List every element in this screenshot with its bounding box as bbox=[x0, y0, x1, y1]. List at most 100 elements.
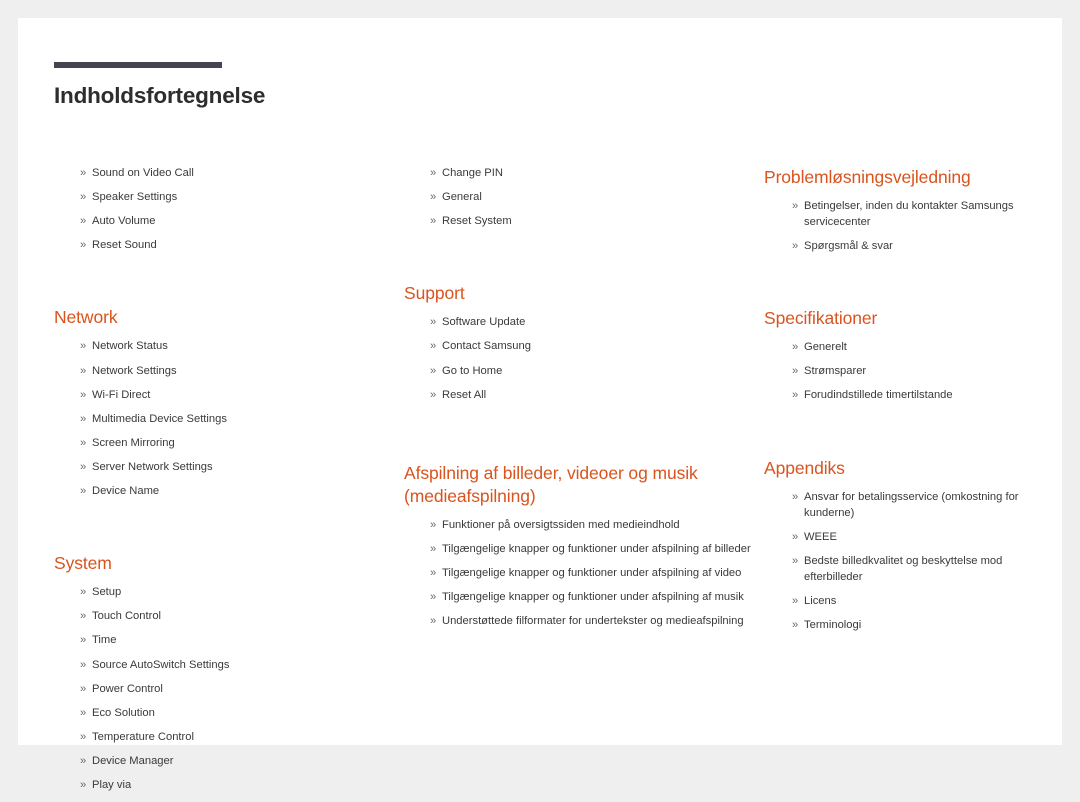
toc-entry[interactable]: » Understøttede filformater for undertek… bbox=[430, 614, 764, 630]
toc-list-continued-system: » Change PIN » General » Reset System bbox=[404, 166, 764, 230]
toc-entry-label: Wi-Fi Direct bbox=[92, 388, 151, 401]
bullet-icon: » bbox=[80, 364, 87, 377]
toc-entry-label: Setup bbox=[92, 586, 122, 599]
toc-entry-label: Reset Sound bbox=[92, 239, 157, 252]
bullet-icon: » bbox=[80, 610, 87, 623]
bullet-icon: » bbox=[792, 365, 799, 378]
toc-entry-label: Reset System bbox=[442, 215, 512, 228]
toc-entry[interactable]: » Funktioner på oversigtssiden med medie… bbox=[430, 518, 764, 534]
bullet-icon: » bbox=[792, 240, 799, 253]
toc-entry[interactable]: » Go to Home bbox=[430, 364, 764, 380]
section-system: System » Setup » Touch Control » Time » … bbox=[54, 552, 404, 794]
toc-entry[interactable]: » General bbox=[430, 190, 764, 206]
toc-entry[interactable]: » Device Name bbox=[80, 484, 404, 500]
section-heading-appendix[interactable]: Appendiks bbox=[764, 457, 1044, 480]
toc-entry[interactable]: » Speaker Settings bbox=[80, 190, 404, 206]
section-continued-system: » Change PIN » General » Reset System bbox=[404, 166, 764, 230]
toc-entry[interactable]: » Network Status bbox=[80, 339, 404, 355]
toc-entry[interactable]: » Contact Samsung bbox=[430, 339, 764, 355]
bullet-icon: » bbox=[430, 340, 437, 353]
toc-entry[interactable]: » Sound on Video Call bbox=[80, 166, 404, 182]
toc-entry[interactable]: » Touch Control bbox=[80, 609, 404, 625]
toc-entry[interactable]: » Ansvar for betalingsservice (omkostnin… bbox=[792, 490, 1044, 522]
toc-entry[interactable]: » Multimedia Device Settings bbox=[80, 412, 404, 428]
toc-entry[interactable]: » Server Network Settings bbox=[80, 460, 404, 476]
bullet-icon: » bbox=[80, 658, 87, 671]
toc-entry[interactable]: » Network Settings bbox=[80, 364, 404, 380]
toc-entry-label: Source AutoSwitch Settings bbox=[92, 658, 230, 671]
bullet-icon: » bbox=[80, 239, 87, 252]
toc-entry[interactable]: » Spørgsmål & svar bbox=[792, 239, 1044, 255]
toc-entry[interactable]: » Terminologi bbox=[792, 618, 1044, 634]
toc-entry[interactable]: » Betingelser, inden du kontakter Samsun… bbox=[792, 199, 1044, 231]
bullet-icon: » bbox=[80, 754, 87, 767]
bullet-icon: » bbox=[430, 316, 437, 329]
toc-entry[interactable]: » Tilgængelige knapper og funktioner und… bbox=[430, 566, 764, 582]
toc-entry-label: Time bbox=[92, 634, 117, 647]
toc-entry[interactable]: » Auto Volume bbox=[80, 214, 404, 230]
page-content: Indholdsfortegnelse » Sound on Video Cal… bbox=[54, 62, 1044, 791]
toc-entry[interactable]: » Reset All bbox=[430, 388, 764, 404]
toc-entry[interactable]: » WEEE bbox=[792, 530, 1044, 546]
section-heading-support[interactable]: Support bbox=[404, 282, 764, 305]
toc-entry[interactable]: » Setup bbox=[80, 585, 404, 601]
bullet-icon: » bbox=[430, 191, 437, 204]
toc-entry[interactable]: » Tilgængelige knapper og funktioner und… bbox=[430, 542, 764, 558]
toc-entry[interactable]: » Tilgængelige knapper og funktioner und… bbox=[430, 590, 764, 606]
toc-entry-label: Terminologi bbox=[804, 618, 862, 631]
toc-entry[interactable]: » Licens bbox=[792, 594, 1044, 610]
toc-entry[interactable]: » Forudindstillede timertilstande bbox=[792, 388, 1044, 404]
toc-entry-label: Speaker Settings bbox=[92, 191, 178, 204]
bullet-icon: » bbox=[430, 364, 437, 377]
section-heading-media-playback[interactable]: Afspilning af billeder, videoer og musik… bbox=[404, 462, 764, 508]
bullet-icon: » bbox=[80, 682, 87, 695]
bullet-icon: » bbox=[430, 167, 437, 179]
toc-entry-label: Bedste billedkvalitet og beskyttelse mod… bbox=[804, 554, 1003, 583]
section-specifications: Specifikationer » Generelt » Strømsparer… bbox=[764, 307, 1044, 404]
toc-entry-label: Power Control bbox=[92, 682, 163, 695]
section-heading-system[interactable]: System bbox=[54, 552, 404, 575]
toc-column-2: » Change PIN » General » Reset System Su… bbox=[404, 166, 764, 638]
toc-entry[interactable]: » Power Control bbox=[80, 682, 404, 698]
bullet-icon: » bbox=[80, 485, 87, 498]
bullet-icon: » bbox=[430, 615, 437, 628]
toc-entry[interactable]: » Change PIN bbox=[430, 166, 764, 182]
toc-entry[interactable]: » Eco Solution bbox=[80, 706, 404, 722]
toc-entry[interactable]: » Software Update bbox=[430, 315, 764, 331]
toc-entry[interactable]: » Device Manager bbox=[80, 754, 404, 770]
section-heading-specifications[interactable]: Specifikationer bbox=[764, 307, 1044, 330]
toc-list-specifications: » Generelt » Strømsparer » Forudindstill… bbox=[764, 340, 1044, 404]
toc-entry[interactable]: » Bedste billedkvalitet og beskyttelse m… bbox=[792, 554, 1044, 586]
section-media-playback: Afspilning af billeder, videoer og musik… bbox=[404, 462, 764, 630]
bullet-icon: » bbox=[430, 215, 437, 228]
bullet-icon: » bbox=[792, 389, 799, 402]
toc-entry[interactable]: » Wi-Fi Direct bbox=[80, 388, 404, 404]
toc-entry[interactable]: » Reset Sound bbox=[80, 238, 404, 254]
bullet-icon: » bbox=[80, 778, 87, 791]
title-rule bbox=[54, 62, 222, 68]
toc-entry[interactable]: » Temperature Control bbox=[80, 730, 404, 746]
toc-entry-label: Forudindstillede timertilstande bbox=[804, 389, 953, 402]
section-heading-troubleshooting[interactable]: Problemløsningsvejledning bbox=[764, 166, 1044, 189]
bullet-icon: » bbox=[80, 388, 87, 401]
toc-entry-label: Reset All bbox=[442, 388, 487, 401]
bullet-icon: » bbox=[792, 554, 799, 567]
toc-entry-label: Touch Control bbox=[92, 610, 162, 623]
bullet-icon: » bbox=[80, 436, 87, 449]
toc-entry[interactable]: » Strømsparer bbox=[792, 364, 1044, 380]
toc-entry[interactable]: » Play via bbox=[80, 778, 404, 794]
toc-entry[interactable]: » Reset System bbox=[430, 214, 764, 230]
bullet-icon: » bbox=[80, 215, 87, 228]
bullet-icon: » bbox=[792, 200, 799, 213]
bullet-icon: » bbox=[80, 412, 87, 425]
toc-entry-label: Server Network Settings bbox=[92, 460, 213, 473]
toc-entry[interactable]: » Screen Mirroring bbox=[80, 436, 404, 452]
toc-entry[interactable]: » Generelt bbox=[792, 340, 1044, 356]
toc-entry[interactable]: » Source AutoSwitch Settings bbox=[80, 658, 404, 674]
toc-entry[interactable]: » Time bbox=[80, 633, 404, 649]
bullet-icon: » bbox=[80, 706, 87, 719]
section-heading-network[interactable]: Network bbox=[54, 306, 404, 329]
